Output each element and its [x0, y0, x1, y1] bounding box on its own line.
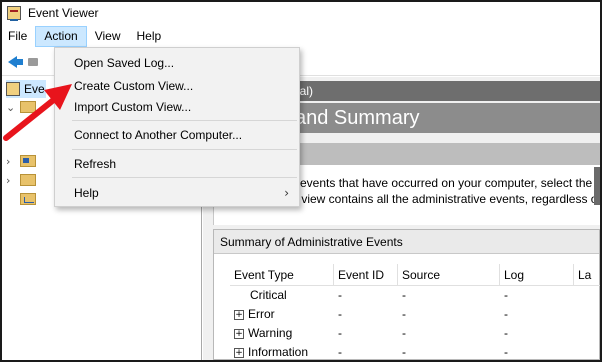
column-header-event-id[interactable]: Event ID [334, 264, 398, 285]
title-bar: Event Viewer [2, 2, 600, 24]
event-viewer-root-icon [6, 82, 20, 96]
menu-view[interactable]: View [87, 26, 129, 47]
menu-item-refresh[interactable]: Refresh [55, 153, 299, 175]
tree-item-applications-logs[interactable]: › [6, 171, 36, 189]
tree-item-windows-logs[interactable]: › [6, 152, 36, 170]
menu-item-connect-to-another-computer[interactable]: Connect to Another Computer... [55, 124, 299, 146]
chevron-right-icon[interactable]: › [6, 174, 16, 187]
overview-line-2: m view contains all the administrative e… [288, 192, 598, 206]
event-type-label: Warning [248, 326, 293, 340]
menu-item-help-label: Help [74, 186, 99, 200]
event-id-cell: - [338, 326, 342, 340]
chart-folder-icon [20, 193, 36, 205]
tree-item-subscriptions[interactable] [6, 190, 36, 208]
event-type-label: Information [248, 345, 309, 359]
event-type-cell: + Error [230, 305, 334, 324]
column-header-source[interactable]: Source [398, 264, 500, 285]
chevron-right-icon[interactable]: › [6, 155, 16, 168]
event-type-cell: + Information [230, 343, 334, 360]
event-id-cell: - [338, 307, 342, 321]
scrollbar-thumb[interactable] [594, 167, 600, 205]
source-cell: - [402, 288, 406, 302]
source-cell: - [402, 326, 406, 340]
event-id-cell: - [338, 345, 342, 359]
event-type-cell: + Warning [230, 324, 334, 343]
menu-separator [72, 177, 297, 178]
expand-plus-icon[interactable]: + [234, 309, 244, 320]
tree-item-custom-views[interactable]: ⌄ [6, 98, 36, 116]
submenu-arrow-icon: › [284, 186, 289, 200]
column-header-event-type[interactable]: Event Type [230, 264, 334, 285]
log-cell: - [504, 307, 508, 321]
event-id-cell: - [338, 288, 342, 302]
toolbar-button-icon[interactable] [28, 58, 38, 66]
table-row[interactable]: Critical - - - [230, 286, 600, 305]
expand-plus-icon[interactable]: + [234, 347, 244, 358]
column-header-last[interactable]: La [574, 264, 600, 285]
menu-item-open-saved-log[interactable]: Open Saved Log... [55, 52, 299, 74]
source-cell: - [402, 345, 406, 359]
menu-help[interactable]: Help [129, 26, 170, 47]
event-type-cell: Critical [250, 288, 287, 302]
window-title: Event Viewer [28, 6, 99, 20]
summary-table: Event Type Event ID Source Log La Critic… [230, 264, 600, 360]
source-cell: - [402, 307, 406, 321]
expand-plus-icon[interactable]: + [234, 328, 244, 339]
chevron-down-icon[interactable]: ⌄ [6, 101, 16, 114]
event-viewer-window: Event Viewer File Action View Help Eve ⌄… [0, 0, 602, 362]
menu-bar: File Action View Help [2, 25, 600, 47]
menu-action[interactable]: Action [35, 25, 87, 47]
menu-file[interactable]: File [2, 26, 35, 47]
menu-item-help[interactable]: Help › [55, 182, 299, 204]
tree-root-item[interactable]: Eve [6, 80, 46, 98]
menu-item-create-custom-view[interactable]: Create Custom View... [55, 75, 299, 97]
event-viewer-app-icon [7, 6, 21, 21]
action-menu: Open Saved Log... Create Custom View... … [54, 47, 300, 207]
summary-panel: Summary of Administrative Events Event T… [213, 229, 600, 360]
table-row[interactable]: + Warning - - - [230, 324, 600, 343]
folder-icon [20, 155, 36, 167]
folder-icon [20, 174, 36, 186]
event-type-label: Error [248, 307, 275, 321]
table-row[interactable]: + Information - - - [230, 343, 600, 360]
back-arrow-icon[interactable] [8, 56, 23, 68]
menu-separator [72, 149, 297, 150]
log-cell: - [504, 288, 508, 302]
table-header: Event Type Event ID Source Log La [230, 264, 600, 286]
summary-title[interactable]: Summary of Administrative Events [214, 230, 599, 254]
folder-icon [20, 101, 36, 113]
table-row[interactable]: + Error - - - [230, 305, 600, 324]
overview-line-1: w events that have occurred on your comp… [288, 176, 593, 190]
log-cell: - [504, 345, 508, 359]
menu-separator [72, 120, 297, 121]
menu-item-import-custom-view[interactable]: Import Custom View... [55, 96, 299, 118]
log-cell: - [504, 326, 508, 340]
column-header-log[interactable]: Log [500, 264, 574, 285]
tree-root-label: Eve [24, 82, 45, 96]
